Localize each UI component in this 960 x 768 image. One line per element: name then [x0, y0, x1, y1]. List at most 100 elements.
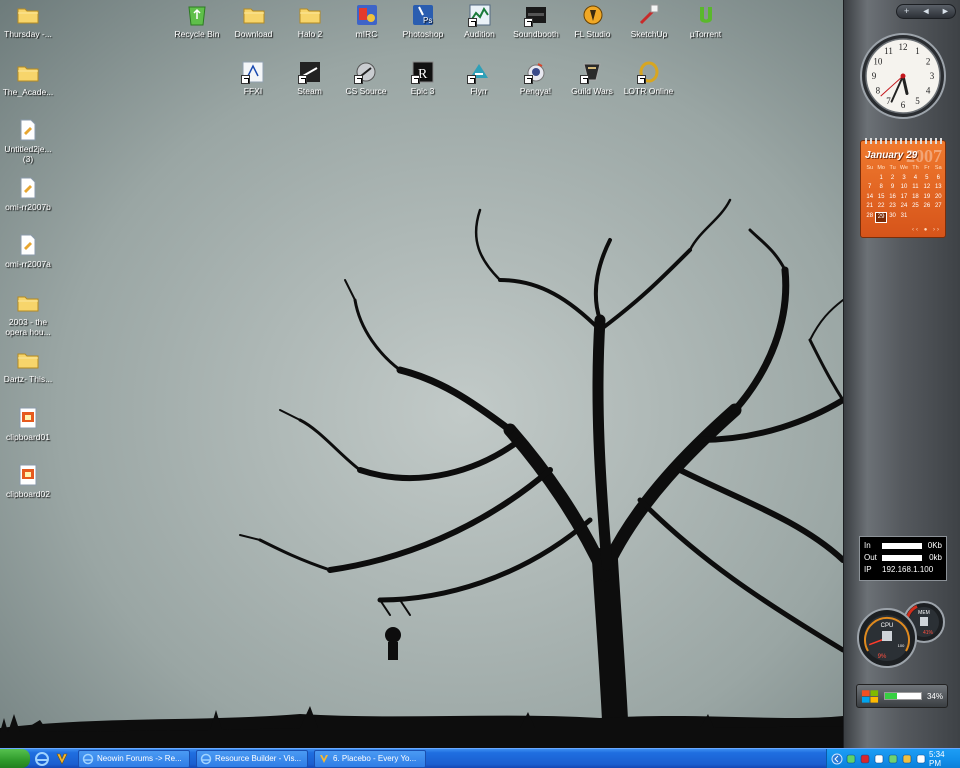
desktop-icon-steam[interactable]: Steam: [278, 60, 342, 96]
desktop-icon-label: Dartz- This...: [3, 374, 53, 384]
desktop-icon-label: clipboard02: [6, 489, 50, 499]
calendar-day[interactable]: 8: [875, 183, 886, 193]
calendar-day[interactable]: 4: [910, 174, 921, 184]
messenger-icon[interactable]: [887, 753, 899, 765]
calendar-day[interactable]: 23: [887, 202, 898, 212]
desktop-icon-thursday[interactable]: Thursday -...: [0, 3, 60, 39]
desktop-icon-lotr-online[interactable]: LOTR Online: [617, 60, 681, 96]
desktop-icon-photoshop[interactable]: Ps Photoshop: [391, 3, 455, 39]
task-resource-builder[interactable]: Resource Builder - Vis...: [196, 750, 308, 768]
back-arrow-icon[interactable]: [831, 753, 843, 765]
mail-icon[interactable]: [915, 753, 927, 765]
ie-icon[interactable]: [34, 751, 50, 767]
desktop-icon-sketchup[interactable]: SketchUp: [617, 3, 681, 39]
calendar-day[interactable]: 27: [933, 202, 944, 212]
calendar-day[interactable]: 5: [921, 174, 932, 184]
desktop-icon-label: Thursday -...: [4, 29, 52, 39]
desktop-icon-2003-the[interactable]: 2003 - the opera hou...: [0, 291, 60, 337]
winamp-icon[interactable]: [54, 751, 70, 767]
desktop-icon-label: FFXI: [243, 86, 263, 96]
calendar-day[interactable]: 28: [864, 212, 875, 224]
calendar-day[interactable]: 19: [921, 193, 932, 203]
calendar-day[interactable]: 21: [864, 202, 875, 212]
next-gadgets-button[interactable]: ►: [936, 5, 954, 18]
start-button[interactable]: [0, 749, 30, 768]
desktop-icon-fl-studio[interactable]: FL Studio: [561, 3, 625, 39]
calendar-day[interactable]: 31: [898, 212, 909, 224]
desktop-icon-recycle-bin[interactable]: Recycle Bin: [165, 3, 229, 39]
calendar-day[interactable]: 29: [875, 211, 887, 223]
calendar-day[interactable]: 18: [910, 193, 921, 203]
calendar-day[interactable]: 14: [864, 193, 875, 203]
taskbar-clock[interactable]: 5:34 PM: [929, 750, 952, 768]
desktop-icon-untitled2je[interactable]: Untitled2je... (3): [0, 118, 60, 164]
flyrr-icon: [467, 60, 491, 84]
desktop-icon-audition[interactable]: Audition: [448, 3, 512, 39]
antivirus-icon[interactable]: [859, 753, 871, 765]
desktop-icon-ffxi[interactable]: FFXI: [221, 60, 285, 96]
wallpaper-tree-silhouette: [0, 0, 843, 748]
calendar-grid: Su Mo Tu We Th Fr Sa 1 2 3 4 5 6 7 8 9 10 11 12 13 14 15 16 17 1…: [864, 164, 944, 223]
calendar-day[interactable]: 9: [887, 183, 898, 193]
calendar-day[interactable]: 11: [910, 183, 921, 193]
calendar-day[interactable]: 20: [933, 193, 944, 203]
fl-studio-icon: [581, 3, 605, 27]
desktop-icon-flyrr[interactable]: Flyrr: [447, 60, 511, 96]
calendar-gadget[interactable]: 2007 January 29 Su Mo Tu We Th Fr Sa 1 2 3 4 5 6 7 8 9 1…: [860, 138, 946, 238]
previous-gadgets-button[interactable]: ◄: [917, 5, 935, 18]
add-gadget-button[interactable]: +: [898, 5, 916, 18]
recycle-bin-icon: [185, 3, 209, 27]
calendar-day-of-week: We: [899, 165, 909, 171]
desktop-icon-omi-rr2007a[interactable]: omi-rr2007a: [0, 233, 60, 269]
svg-text:Ps: Ps: [423, 16, 432, 25]
ie-icon: [200, 753, 212, 765]
network-icon[interactable]: [845, 753, 857, 765]
calendar-day[interactable]: 24: [898, 202, 909, 212]
calendar-day[interactable]: 25: [910, 202, 921, 212]
calendar-day[interactable]: 15: [875, 193, 886, 203]
desktop-icon-label: Steam: [297, 86, 322, 96]
shortcut-arrow-icon: [636, 75, 646, 84]
utorrent-icon: [694, 3, 718, 27]
calendar-day[interactable]: 16: [887, 193, 898, 203]
desktop-icon-mirc[interactable]: mIRC: [335, 3, 399, 39]
speaker-icon[interactable]: [873, 753, 885, 765]
desktop-icon-clipboard01[interactable]: clipboard01: [0, 406, 60, 442]
analog-clock-gadget[interactable]: 1234567891011 12: [859, 32, 947, 120]
clock-numeral: 9: [872, 71, 877, 81]
desktop-icon-torrent[interactable]: µTorrent: [674, 3, 738, 39]
desktop-icon-download[interactable]: Download: [222, 3, 286, 39]
tray-icons: [831, 753, 927, 765]
desktop-icon-cs-source[interactable]: CS Source: [334, 60, 398, 96]
calendar-day[interactable]: 13: [933, 183, 944, 193]
calendar-day[interactable]: 3: [898, 174, 909, 184]
shield-icon[interactable]: [901, 753, 913, 765]
desktop-icon-the-acade[interactable]: The_Acade...: [0, 61, 60, 97]
desktop-icon-soundbooth[interactable]: Soundbooth: [504, 3, 568, 39]
desktop-icon-pengya[interactable]: Pengya!: [504, 60, 568, 96]
calendar-navigation[interactable]: ‹‹ ● ››: [912, 227, 941, 233]
desktop-icon-dartz-this[interactable]: Dartz- This...: [0, 348, 60, 384]
calendar-day[interactable]: 7: [864, 183, 875, 193]
desktop[interactable]: Thursday -... The_Acade... Untitled2je...(…: [0, 0, 843, 748]
calendar-day[interactable]: 2: [887, 174, 898, 184]
calendar-day[interactable]: 1: [875, 174, 886, 184]
calendar-day[interactable]: 30: [887, 212, 898, 224]
calendar-day[interactable]: 6: [933, 174, 944, 184]
desktop-icon-omi-rr2007b[interactable]: omi-rr2007b: [0, 176, 60, 212]
guild-wars-icon: [580, 60, 604, 84]
shortcut-arrow-icon: [467, 18, 477, 27]
cpu-gauge-gadget: CPU 9% 100: [857, 608, 917, 668]
network-meter-gadget: In 0Kb Out 0kb IP 192.168.1.100: [859, 536, 947, 581]
desktop-icon-guild-wars[interactable]: Guild Wars: [560, 60, 624, 96]
desktop-icon-clipboard02[interactable]: clipboard02: [0, 463, 60, 499]
desktop-icon-epic-3[interactable]: R Epic 3: [391, 60, 455, 96]
desktop-icon-halo-2[interactable]: Halo 2: [278, 3, 342, 39]
task-winamp-placebo[interactable]: 6. Placebo - Every Yo...: [314, 750, 426, 768]
calendar-day[interactable]: 26: [921, 202, 932, 212]
calendar-day[interactable]: 17: [898, 193, 909, 203]
calendar-day[interactable]: 12: [921, 183, 932, 193]
calendar-day[interactable]: 10: [898, 183, 909, 193]
task-neowin-forums[interactable]: Neowin Forums -> Re...: [78, 750, 190, 768]
calendar-day[interactable]: 22: [875, 202, 886, 212]
